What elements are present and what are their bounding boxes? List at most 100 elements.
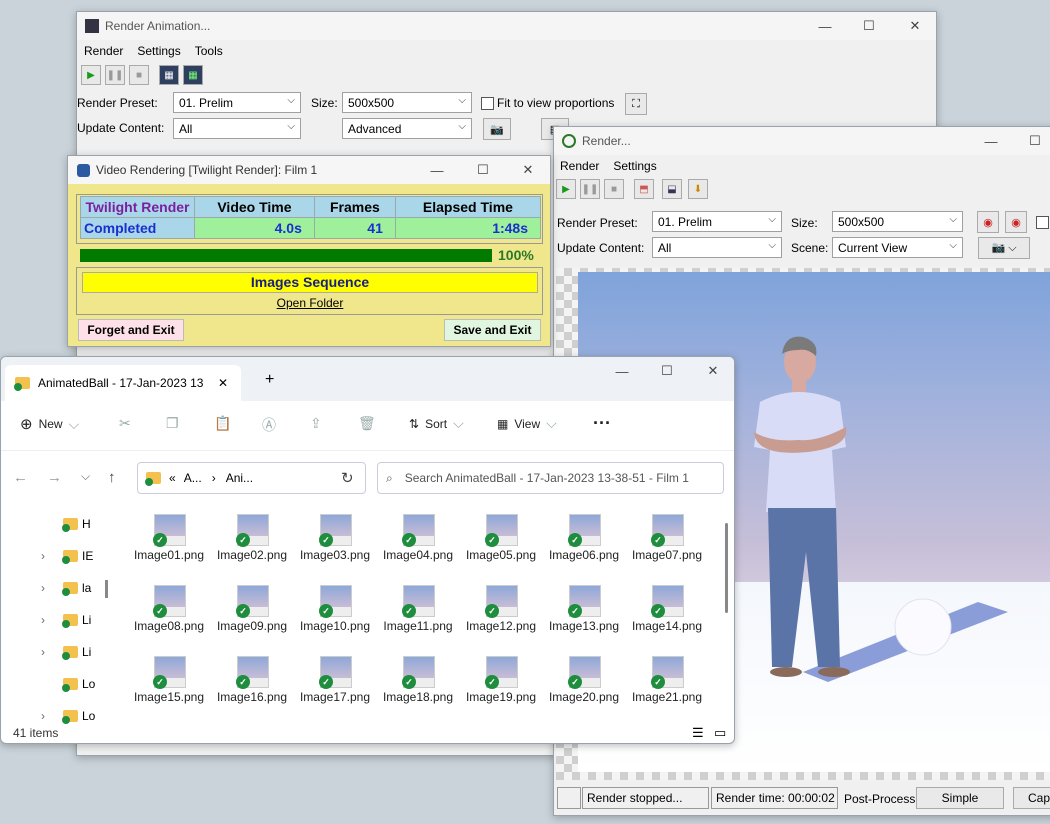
maximize-button[interactable]: ☐ xyxy=(460,156,506,184)
save-and-exit-button[interactable]: Save and Exit xyxy=(444,319,541,341)
tree-item[interactable]: › la xyxy=(41,578,91,598)
fullscreen-icon[interactable]: ⛶ xyxy=(625,93,647,115)
forward-icon[interactable]: → xyxy=(47,469,62,486)
file-item[interactable]: ✓ Image05.png xyxy=(465,514,537,580)
tree-item[interactable]: › Lo xyxy=(41,706,95,726)
new-tab-icon[interactable]: + xyxy=(265,371,274,389)
menu-render[interactable]: Render xyxy=(84,44,123,58)
menu-settings[interactable]: Settings xyxy=(613,159,656,173)
file-item[interactable]: ✓ Image08.png xyxy=(133,585,205,651)
close-tab-icon[interactable]: ✕ xyxy=(218,376,228,390)
stop-button[interactable]: ■ xyxy=(129,65,149,85)
menu-settings[interactable]: Settings xyxy=(137,44,180,58)
render-preset-select[interactable]: 01. Prelim ⌵ xyxy=(652,211,782,232)
file-item[interactable]: ✓ Image16.png xyxy=(216,656,288,722)
file-item[interactable]: ✓ Image18.png xyxy=(382,656,454,722)
cap-button[interactable]: Cap xyxy=(1013,787,1050,809)
play-button[interactable]: ▶ xyxy=(81,65,101,85)
tiles-view-icon[interactable]: ▭ xyxy=(714,725,726,741)
tree-item[interactable]: › Li xyxy=(41,642,91,662)
pause-button[interactable]: ❚❚ xyxy=(580,179,600,199)
view-button[interactable]: ▦ View ⌵ xyxy=(497,415,557,432)
advanced-select[interactable]: Advanced ⌵ xyxy=(342,118,472,139)
cut-icon[interactable]: ✂ xyxy=(119,415,131,432)
update-content-select[interactable]: All ⌵ xyxy=(652,237,782,258)
sort-button[interactable]: ⇅ Sort ⌵ xyxy=(409,415,464,432)
expand-icon[interactable]: › xyxy=(41,581,63,595)
file-item[interactable]: ✓ Image04.png xyxy=(382,514,454,580)
open-folder-link[interactable]: Open Folder xyxy=(82,296,538,310)
tree-scrollbar[interactable] xyxy=(105,580,108,598)
tab-animatedball[interactable]: AnimatedBall - 17-Jan-2023 13 ✕ xyxy=(5,365,241,401)
file-item[interactable]: ✓ Image14.png xyxy=(631,585,703,651)
file-item[interactable]: ✓ Image10.png xyxy=(299,585,371,651)
size-select[interactable]: 500x500 ⌵ xyxy=(832,211,963,232)
rename-icon[interactable]: Ⓐ xyxy=(262,415,276,435)
address-bar[interactable]: « A... › Ani... ⌵ xyxy=(137,462,453,494)
back-icon[interactable]: ← xyxy=(13,469,28,486)
expand-icon[interactable]: › xyxy=(41,549,63,563)
file-item[interactable]: ✓ Image15.png xyxy=(133,656,205,722)
minimize-button[interactable]: — xyxy=(599,357,645,385)
file-item[interactable]: ✓ Image13.png xyxy=(548,585,620,651)
menu-render[interactable]: Render xyxy=(560,159,599,173)
render-selection-icon[interactable]: ◉ xyxy=(1005,211,1027,233)
tree-item[interactable]: H xyxy=(41,514,91,534)
size-select[interactable]: 500x500 ⌵ xyxy=(342,92,472,113)
file-item[interactable]: ✓ Image07.png xyxy=(631,514,703,580)
scene-select[interactable]: Current View ⌵ xyxy=(832,237,963,258)
file-item[interactable]: ✓ Image02.png xyxy=(216,514,288,580)
tree-item[interactable]: › IE xyxy=(41,546,93,566)
overflow-chevron[interactable]: « xyxy=(169,471,176,485)
files-scrollbar[interactable] xyxy=(725,523,728,613)
file-item[interactable]: ✓ Image20.png xyxy=(548,656,620,722)
refresh-icon[interactable]: ↻ xyxy=(341,469,354,487)
save-image-icon[interactable]: ⬒ xyxy=(634,179,654,199)
stop-button[interactable]: ■ xyxy=(604,179,624,199)
file-item[interactable]: ✓ Image17.png xyxy=(299,656,371,722)
up-icon[interactable]: ↑ xyxy=(108,469,116,486)
copy-icon[interactable]: ❐ xyxy=(166,415,179,432)
file-item[interactable]: ✓ Image09.png xyxy=(216,585,288,651)
close-button[interactable]: ✕ xyxy=(892,12,936,40)
file-item[interactable]: ✓ Image12.png xyxy=(465,585,537,651)
images-sequence-button[interactable]: Images Sequence xyxy=(82,272,538,293)
details-view-icon[interactable]: ☰ xyxy=(692,725,704,741)
camera-icon[interactable]: 📷 xyxy=(483,118,511,140)
film-render-icon[interactable]: ▦ xyxy=(183,65,203,85)
option-checkbox[interactable] xyxy=(1036,216,1049,229)
paste-icon[interactable]: 📋 xyxy=(214,415,231,432)
new-button[interactable]: ⊕ New ⌵ xyxy=(20,415,79,434)
expand-icon[interactable]: › xyxy=(41,709,63,723)
file-item[interactable]: ✓ Image11.png xyxy=(382,585,454,651)
file-item[interactable]: ✓ Image01.png xyxy=(133,514,205,580)
fit-to-view-checkbox[interactable] xyxy=(481,97,494,110)
update-content-select[interactable]: All ⌵ xyxy=(173,118,301,139)
share-icon[interactable]: ⇪ xyxy=(310,415,322,432)
expand-icon[interactable]: › xyxy=(41,645,63,659)
breadcrumb-b[interactable]: Ani... xyxy=(226,471,253,485)
close-button[interactable]: ✕ xyxy=(690,357,734,385)
more-options-icon[interactable]: ··· xyxy=(593,413,611,434)
file-item[interactable]: ✓ Image19.png xyxy=(465,656,537,722)
pause-button[interactable]: ❚❚ xyxy=(105,65,125,85)
forget-and-exit-button[interactable]: Forget and Exit xyxy=(78,319,184,341)
minimize-button[interactable]: — xyxy=(802,12,848,40)
search-input[interactable]: ⌕ Search AnimatedBall - 17-Jan-2023 13-3… xyxy=(377,462,724,494)
render-region-icon[interactable]: ◉ xyxy=(977,211,999,233)
expand-icon[interactable]: › xyxy=(41,613,63,627)
render-preset-select[interactable]: 01. Prelim ⌵ xyxy=(173,92,301,113)
maximize-button[interactable]: ☐ xyxy=(1012,127,1050,155)
minimize-button[interactable]: — xyxy=(968,127,1014,155)
maximize-button[interactable]: ☐ xyxy=(846,12,892,40)
file-item[interactable]: ✓ Image03.png xyxy=(299,514,371,580)
simple-button[interactable]: Simple xyxy=(916,787,1004,809)
export-icon[interactable]: ⬇ xyxy=(688,179,708,199)
film-strip-icon[interactable]: ▦ xyxy=(159,65,179,85)
recent-chevron-icon[interactable]: ⌵ xyxy=(81,469,90,484)
minimize-button[interactable]: — xyxy=(414,156,460,184)
compare-icon[interactable]: ⬓ xyxy=(662,179,682,199)
file-item[interactable]: ✓ Image06.png xyxy=(548,514,620,580)
tree-item[interactable]: Lo xyxy=(41,674,95,694)
tree-item[interactable]: › Li xyxy=(41,610,91,630)
